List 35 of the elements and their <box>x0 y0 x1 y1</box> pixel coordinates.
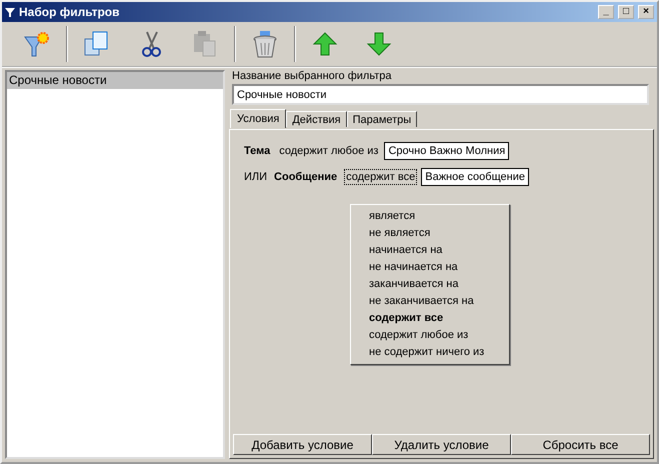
menu-item[interactable]: не содержит ничего из <box>351 344 509 361</box>
scissors-icon <box>139 30 163 58</box>
menu-item[interactable]: является <box>351 208 509 225</box>
tab[interactable]: Условия <box>230 109 286 128</box>
condition-field-label: Тема <box>244 145 270 157</box>
window-control-button[interactable]: □ <box>618 5 634 19</box>
menu-item[interactable]: содержит все <box>351 310 509 327</box>
tab[interactable]: Действия <box>286 111 347 127</box>
action-button[interactable]: Удалить условие <box>372 434 511 455</box>
menu-item[interactable]: не начинается на <box>351 259 509 276</box>
condition-field-label: Сообщение <box>274 171 338 183</box>
menu-item[interactable]: не является <box>351 225 509 242</box>
field-label: Название выбранного фильтра <box>231 70 392 82</box>
window-control-button[interactable]: _ <box>598 5 614 19</box>
window-control-button[interactable]: × <box>638 5 654 19</box>
menu-item[interactable]: не заканчивается на <box>351 293 509 310</box>
menu-item[interactable]: начинается на <box>351 242 509 259</box>
condition-value-field[interactable]: Важное сообщение <box>421 168 529 186</box>
arrow-up-icon <box>312 31 338 57</box>
operator-dropdown[interactable]: содержит все <box>344 169 418 185</box>
connector-label: ИЛИ <box>244 171 268 183</box>
funnel-star-icon <box>22 29 52 59</box>
menu-item[interactable]: содержит любое из <box>351 327 509 344</box>
tab[interactable]: Параметры <box>346 111 418 127</box>
trash-icon <box>251 29 279 59</box>
menu-item[interactable]: заканчивается на <box>351 276 509 293</box>
condition-value-field[interactable]: Срочно Важно Молния <box>384 142 510 160</box>
action-button[interactable]: Сбросить все <box>511 434 650 455</box>
filter-name-field[interactable]: Срочные новости <box>232 84 649 105</box>
operator-dropdown[interactable]: содержит любое из <box>277 143 380 159</box>
filter-list-item[interactable]: Срочные новости <box>7 72 223 89</box>
funnel-icon <box>5 8 15 16</box>
arrow-down-icon <box>366 31 392 57</box>
action-button[interactable]: Добавить условие <box>233 434 372 455</box>
window-title: Набор фильтров <box>19 5 120 19</box>
